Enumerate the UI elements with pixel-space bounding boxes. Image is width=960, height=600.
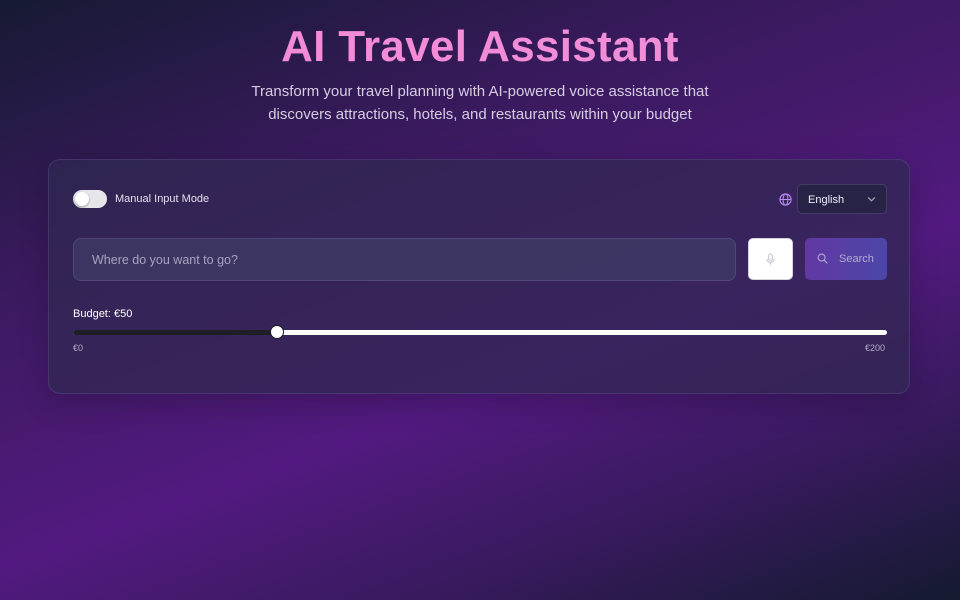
chevron-down-icon <box>867 197 876 202</box>
language-select[interactable]: English <box>797 184 887 214</box>
voice-input-button[interactable] <box>748 238 793 280</box>
search-card: Manual Input Mode English Search Budget:… <box>48 159 910 394</box>
search-button-label: Search <box>839 253 874 265</box>
budget-slider-fill <box>73 330 277 335</box>
language-selected-value: English <box>808 194 845 206</box>
globe-icon <box>779 193 792 206</box>
search-button[interactable]: Search <box>805 238 887 280</box>
manual-input-label: Manual Input Mode <box>115 193 210 205</box>
page-title: AI Travel Assistant <box>0 20 960 74</box>
budget-label: Budget: €50 <box>73 308 133 320</box>
budget-max-label: €200 <box>864 343 885 353</box>
manual-input-toggle[interactable] <box>73 190 107 208</box>
page-subtitle: Transform your travel planning with AI-p… <box>251 83 709 123</box>
budget-slider[interactable] <box>73 325 887 339</box>
budget-slider-thumb[interactable] <box>269 325 284 339</box>
destination-input[interactable] <box>73 238 736 281</box>
budget-min-label: €0 <box>73 343 84 353</box>
mic-icon <box>766 253 775 265</box>
search-icon <box>817 253 828 264</box>
toggle-knob <box>75 192 89 206</box>
